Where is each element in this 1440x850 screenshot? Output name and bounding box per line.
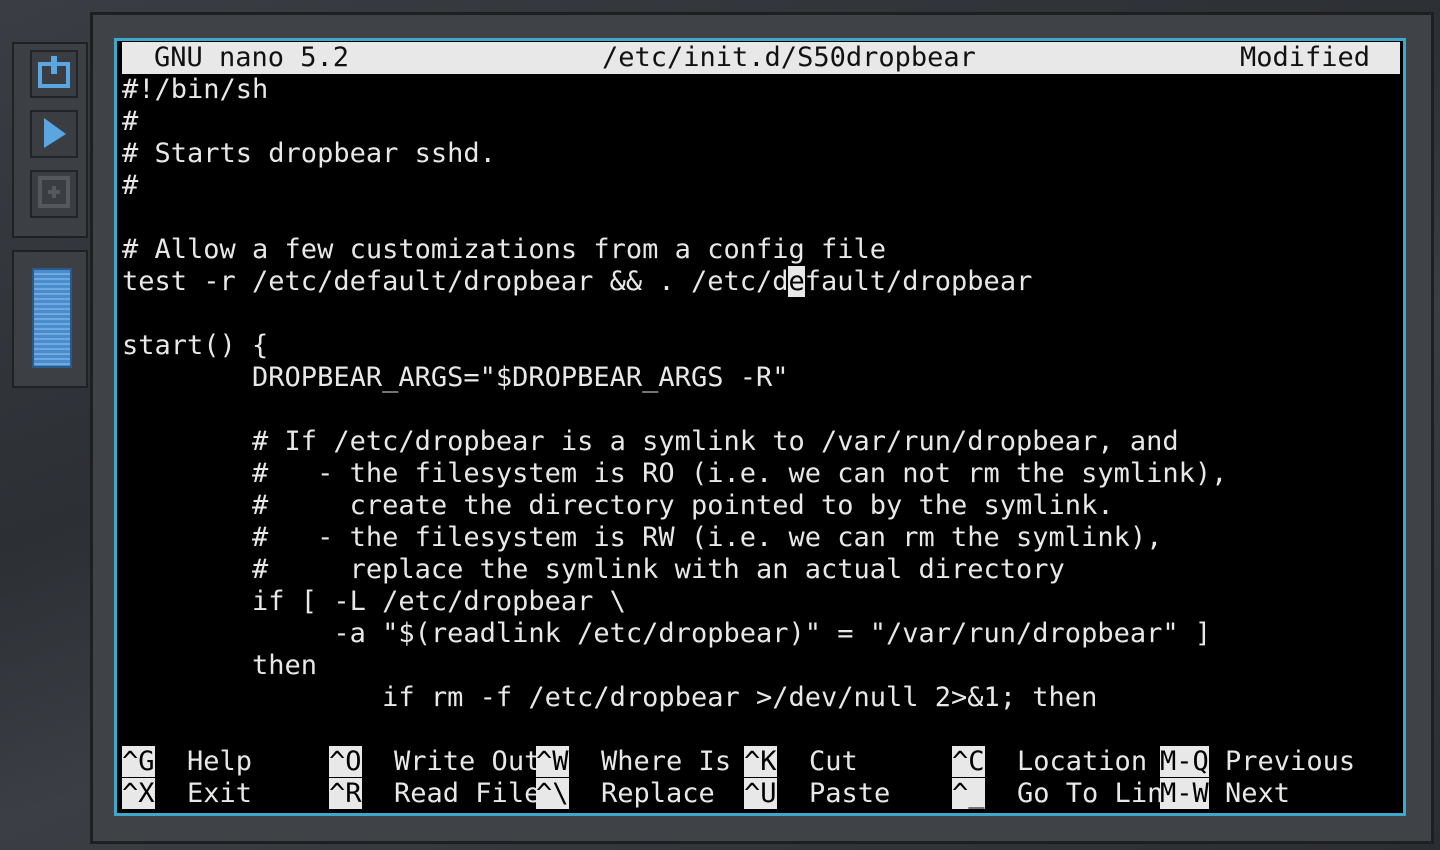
- maximize-icon: [36, 174, 72, 214]
- shortcut-read-file[interactable]: ^R Read File: [329, 778, 540, 810]
- play-icon: [36, 114, 72, 154]
- shortcut-key: ^O: [329, 746, 362, 777]
- nano-filename: /etc/init.d/S50dropbear: [602, 42, 976, 73]
- code-text-after-cursor: fault/dropbear: [804, 266, 1033, 297]
- shortcut-label: Exit: [154, 778, 253, 809]
- shortcut-row-1: ^G Help ^O Write Out ^W Where Is ^K Cut ^C L…: [122, 746, 1400, 778]
- nano-editor[interactable]: GNU nano 5.2 /etc/init.d/S50dropbear Mod…: [122, 42, 1400, 810]
- side-slider-panel: [12, 250, 88, 388]
- shortcut-next[interactable]: M-W Next: [1160, 778, 1290, 810]
- shortcut-key: M-W: [1160, 778, 1209, 809]
- shortcut-label: Cut: [776, 746, 858, 777]
- shortcut-key: ^G: [122, 746, 155, 777]
- shortcut-row-2: ^X Exit ^R Read File ^\ Replace ^U Paste ^_ …: [122, 778, 1400, 810]
- code-line: # replace the symlink with an actual dir…: [122, 554, 1065, 585]
- shortcut-key: ^K: [744, 746, 777, 777]
- shortcut-cut[interactable]: ^K Cut: [744, 746, 858, 778]
- text-cursor: e: [788, 266, 805, 297]
- nano-version: GNU nano 5.2: [154, 42, 350, 73]
- power-button[interactable]: [30, 50, 78, 98]
- play-button[interactable]: [30, 110, 78, 158]
- shortcut-label: Next: [1208, 778, 1291, 809]
- code-line: then: [122, 650, 318, 681]
- shortcut-key: ^R: [329, 778, 362, 809]
- shortcut-go-to-line[interactable]: ^_ Go To Line: [952, 778, 1180, 810]
- code-line: if [ -L /etc/dropbear \: [122, 586, 626, 617]
- nano-title-bar: GNU nano 5.2 /etc/init.d/S50dropbear Mod…: [122, 42, 1400, 74]
- shortcut-key: ^W: [536, 746, 569, 777]
- scroll-slider[interactable]: [32, 268, 72, 368]
- code-line: # - the filesystem is RW (i.e. we can rm…: [122, 522, 1163, 553]
- shortcut-label: Where Is: [568, 746, 732, 777]
- code-line: start() {: [122, 330, 269, 361]
- code-line: #: [122, 170, 139, 201]
- shortcut-key: ^C: [952, 746, 985, 777]
- code-line: # Starts dropbear sshd.: [122, 138, 496, 169]
- maximize-button[interactable]: [30, 170, 78, 218]
- shortcut-replace[interactable]: ^\ Replace: [536, 778, 715, 810]
- shortcut-label: Write Out: [361, 746, 541, 777]
- code-text-before-cursor: test -r /etc/default/dropbear && . /etc/…: [122, 266, 789, 297]
- shortcut-key: M-Q: [1160, 746, 1209, 777]
- side-control-panel: [12, 42, 88, 238]
- code-line: # - the filesystem is RO (i.e. we can no…: [122, 458, 1228, 489]
- shortcut-key: ^_: [952, 778, 985, 809]
- shortcut-key: ^\: [536, 778, 569, 809]
- shortcut-label: Read File: [361, 778, 541, 809]
- shortcut-help[interactable]: ^G Help: [122, 746, 252, 778]
- shortcut-key: ^U: [744, 778, 777, 809]
- shortcut-label: Replace: [568, 778, 715, 809]
- code-line: #!/bin/sh: [122, 74, 269, 105]
- code-line: # create the directory pointed to by the…: [122, 490, 1114, 521]
- shortcut-label: Previous: [1208, 746, 1356, 777]
- code-line: # If /etc/dropbear is a symlink to /var/…: [122, 426, 1179, 457]
- power-icon: [36, 54, 72, 94]
- shortcut-paste[interactable]: ^U Paste: [744, 778, 890, 810]
- shortcut-where-is[interactable]: ^W Where Is: [536, 746, 731, 778]
- shortcut-previous[interactable]: M-Q Previous: [1160, 746, 1355, 778]
- shortcut-label: Location: [984, 746, 1148, 777]
- shortcut-exit[interactable]: ^X Exit: [122, 778, 252, 810]
- nano-modified-status: Modified: [1240, 42, 1371, 73]
- code-line: #: [122, 106, 139, 137]
- code-line: test -r /etc/default/dropbear && . /etc/…: [122, 266, 1032, 298]
- shortcut-location[interactable]: ^C Location: [952, 746, 1147, 778]
- shortcut-label: Go To Line: [984, 778, 1180, 809]
- code-line: -a "$(readlink /etc/dropbear)" = "/var/r…: [122, 618, 1212, 649]
- shortcut-label: Paste: [776, 778, 891, 809]
- code-line: DROPBEAR_ARGS="$DROPBEAR_ARGS -R": [122, 362, 789, 393]
- code-line: if rm -f /etc/dropbear >/dev/null 2>&1; …: [122, 682, 1098, 713]
- code-line: # Allow a few customizations from a conf…: [122, 234, 887, 265]
- shortcut-key: ^X: [122, 778, 155, 809]
- shortcut-write-out[interactable]: ^O Write Out: [329, 746, 540, 778]
- shortcut-label: Help: [154, 746, 253, 777]
